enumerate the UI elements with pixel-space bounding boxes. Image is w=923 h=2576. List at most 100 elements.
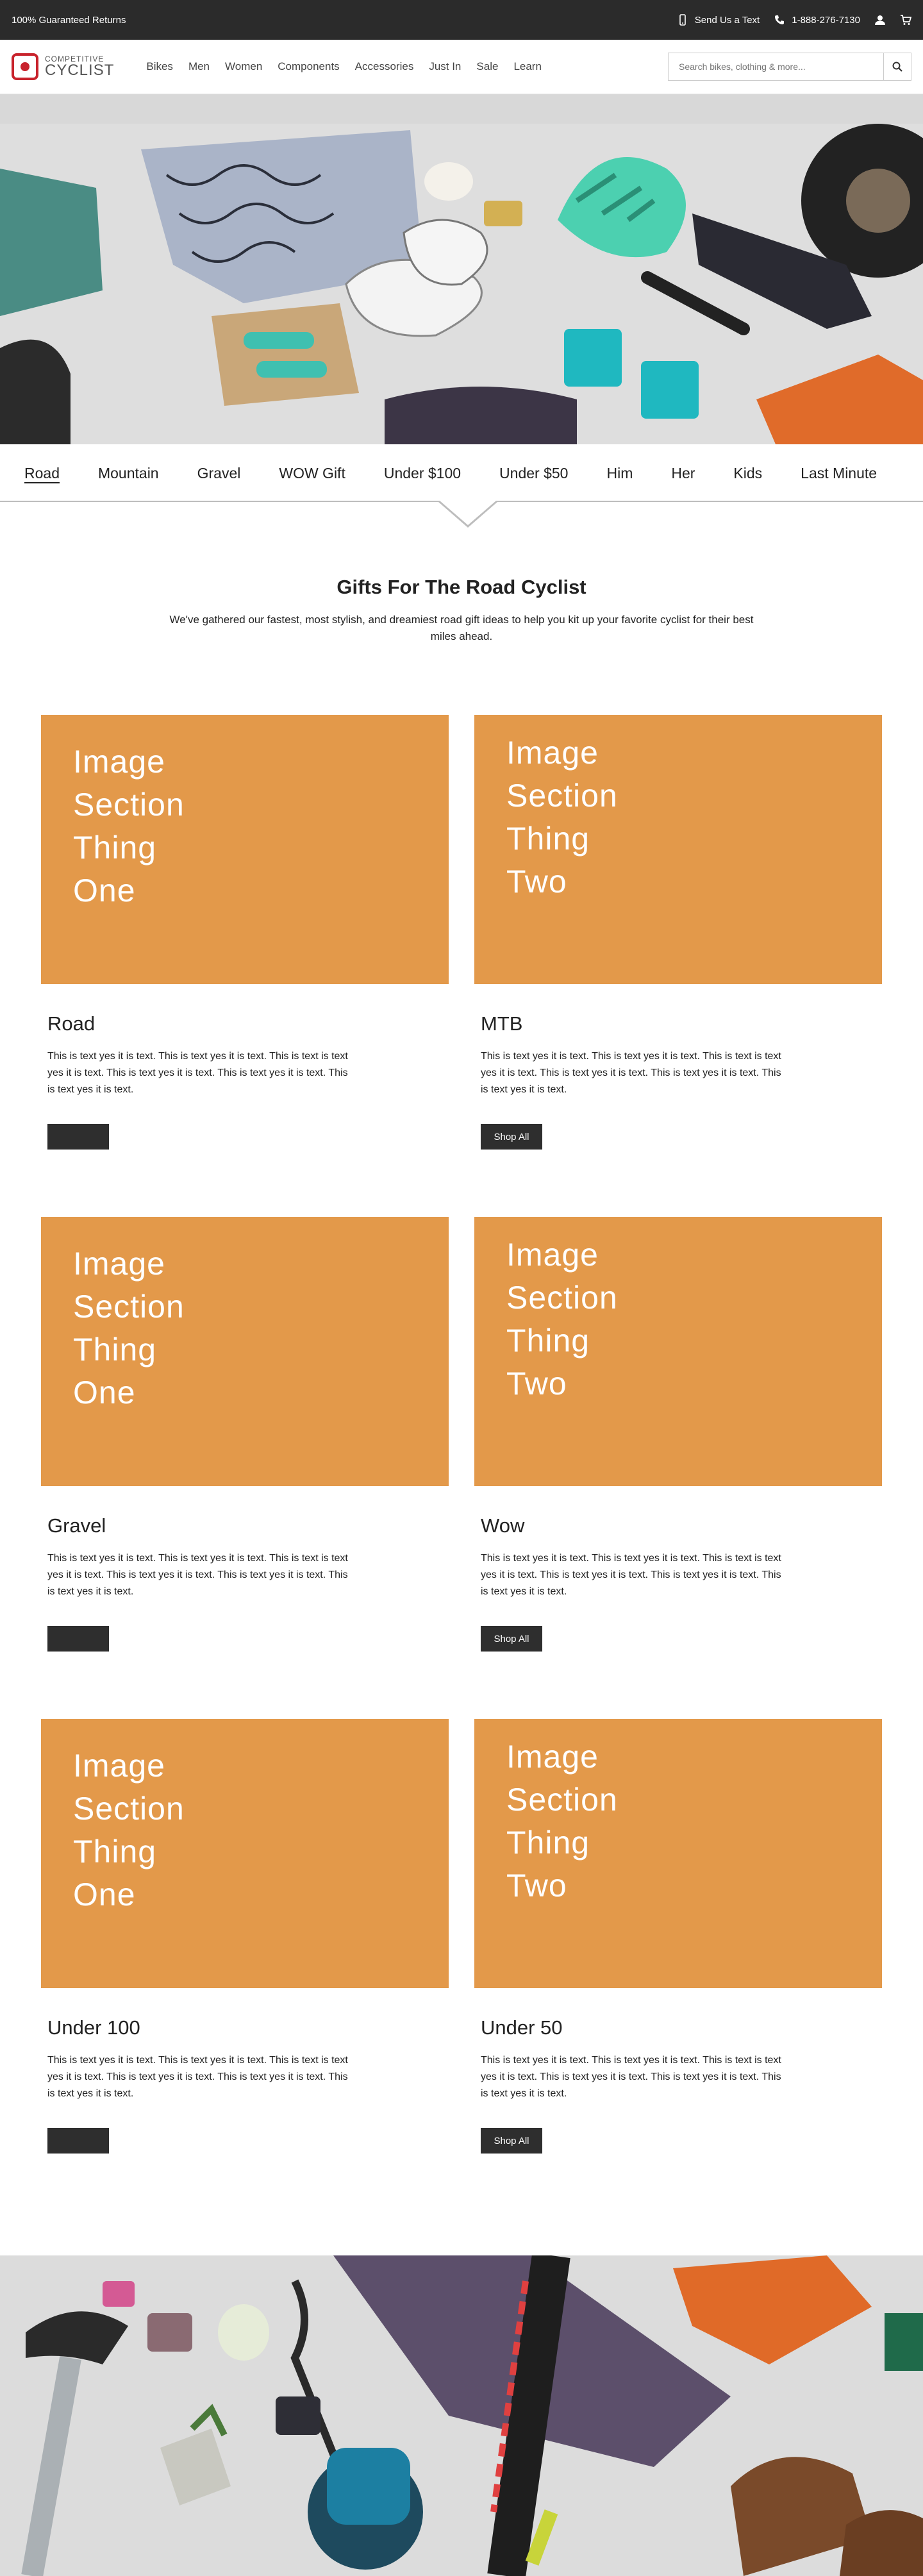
gift-card-wow: Image Section Thing Two Wow This is text… xyxy=(474,1217,882,1652)
image-text-line: Thing xyxy=(73,1332,157,1367)
nav-item-men[interactable]: Men xyxy=(188,60,210,73)
image-text-line: Section xyxy=(73,787,185,823)
logo[interactable]: COMPETITIVE CYCLIST xyxy=(12,53,114,80)
card-title: Road xyxy=(47,1012,96,1035)
image-text-line: One xyxy=(73,1877,136,1912)
promo-strip xyxy=(0,94,923,124)
nav-item-just-in[interactable]: Just In xyxy=(429,60,461,73)
image-text-line: Image xyxy=(506,1739,599,1775)
image-text-line: Thing xyxy=(506,1323,590,1359)
shop-all-button[interactable] xyxy=(47,1124,109,1150)
card-image-placeholder[interactable]: Image Section Thing One xyxy=(41,1217,449,1486)
page-title: Gifts For The Road Cyclist xyxy=(337,576,586,598)
mobile-icon xyxy=(679,14,686,26)
image-text-line: Section xyxy=(73,1289,185,1325)
intro-text: We've gathered our fastest, most stylish… xyxy=(169,614,754,642)
card-text: This is text yes it is text. This is tex… xyxy=(481,2055,781,2099)
card-text: This is text yes it is text. This is tex… xyxy=(47,1553,348,1597)
tab-under-50[interactable]: Under $50 xyxy=(499,465,568,482)
send-text-link[interactable]: Send Us a Text xyxy=(677,14,760,26)
card-title: Under 50 xyxy=(481,2016,563,2039)
shop-all-button[interactable]: Shop All xyxy=(481,1626,542,1652)
nav-item-learn[interactable]: Learn xyxy=(513,60,541,73)
card-title: MTB xyxy=(481,1012,523,1035)
logo-badge-icon xyxy=(12,53,38,80)
tab-her[interactable]: Her xyxy=(671,465,695,482)
gift-card-road: Image Section Thing One Road This is tex… xyxy=(41,715,449,1150)
shop-all-button[interactable]: Shop All xyxy=(481,2128,542,2154)
image-text-line: Section xyxy=(73,1791,185,1827)
image-text-line: Image xyxy=(73,1246,165,1282)
send-text-label: Send Us a Text xyxy=(694,14,760,26)
card-image-placeholder[interactable]: Image Section Thing Two xyxy=(474,715,882,984)
card-image-placeholder[interactable]: Image Section Thing Two xyxy=(474,1719,882,1988)
card-image-placeholder[interactable]: Image Section Thing Two xyxy=(474,1217,882,1486)
tab-wow-gift[interactable]: WOW Gift xyxy=(279,465,345,482)
image-text-line: One xyxy=(73,1375,136,1410)
tab-gravel[interactable]: Gravel xyxy=(197,465,241,482)
nav-item-accessories[interactable]: Accessories xyxy=(355,60,414,73)
category-tabs: Road Mountain Gravel WOW Gift Under $100… xyxy=(0,444,923,528)
image-text-line: Two xyxy=(506,1868,567,1903)
tab-kids[interactable]: Kids xyxy=(733,465,762,482)
logo-bottom-text: CYCLIST xyxy=(45,62,115,79)
shop-all-button[interactable] xyxy=(47,1626,109,1652)
footer-illustration xyxy=(0,2255,923,2576)
image-text-line: Image xyxy=(506,1237,599,1273)
tab-him[interactable]: Him xyxy=(606,465,633,482)
nav-item-women[interactable]: Women xyxy=(225,60,262,73)
image-text-line: Thing xyxy=(73,830,157,866)
tab-under-100[interactable]: Under $100 xyxy=(384,465,461,482)
nav-item-components[interactable]: Components xyxy=(278,60,339,73)
cart-icon[interactable] xyxy=(900,14,911,26)
image-text-line: Two xyxy=(506,864,567,899)
gift-card-under-50: Image Section Thing Two Under 50 This is… xyxy=(474,1719,882,2154)
image-text-line: Image xyxy=(73,1748,165,1784)
image-text-line: Image xyxy=(73,744,165,780)
phone-icon xyxy=(775,15,785,24)
hero-image xyxy=(0,124,923,444)
utility-bar: 100% Guaranteed Returns Send Us a Text 1… xyxy=(0,0,923,40)
image-text-line: Section xyxy=(506,1280,618,1316)
tab-road[interactable]: Road xyxy=(24,465,60,482)
user-icon[interactable] xyxy=(874,14,886,26)
tabs-pointer-arrow-icon xyxy=(438,501,497,528)
card-title: Under 100 xyxy=(47,2016,140,2039)
card-image-placeholder[interactable]: Image Section Thing One xyxy=(41,715,449,984)
tab-mountain[interactable]: Mountain xyxy=(98,465,159,482)
card-text: This is text yes it is text. This is tex… xyxy=(47,2055,348,2099)
footer-hero-image xyxy=(0,2255,923,2576)
nav-item-sale[interactable]: Sale xyxy=(476,60,498,73)
tab-last-minute[interactable]: Last Minute xyxy=(801,465,877,482)
search-bar xyxy=(668,53,911,81)
phone-number: 1-888-276-7130 xyxy=(792,14,860,26)
phone-link[interactable]: 1-888-276-7130 xyxy=(774,14,860,26)
gift-card-mtb: Image Section Thing Two MTB This is text… xyxy=(474,715,882,1150)
image-text-line: Thing xyxy=(73,1834,157,1869)
search-button[interactable] xyxy=(883,53,911,81)
image-text-line: Two xyxy=(506,1366,567,1401)
hero-illustration xyxy=(0,124,923,444)
main-nav: Bikes Men Women Components Accessories J… xyxy=(146,60,542,73)
image-text-line: Thing xyxy=(506,821,590,857)
guaranteed-returns-link[interactable]: 100% Guaranteed Returns xyxy=(12,15,126,26)
gift-card-gravel: Image Section Thing One Gravel This is t… xyxy=(41,1217,449,1652)
gift-card-under-100: Image Section Thing One Under 100 This i… xyxy=(41,1719,449,2154)
main-header: COMPETITIVE CYCLIST Bikes Men Women Comp… xyxy=(0,40,923,94)
image-text-line: Section xyxy=(506,778,618,814)
card-text: This is text yes it is text. This is tex… xyxy=(481,1051,781,1095)
search-icon xyxy=(892,62,902,72)
card-text: This is text yes it is text. This is tex… xyxy=(47,1051,348,1095)
shop-all-button[interactable]: Shop All xyxy=(481,1124,542,1150)
card-title: Gravel xyxy=(47,1514,106,1537)
card-image-placeholder[interactable]: Image Section Thing One xyxy=(41,1719,449,1988)
image-text-line: One xyxy=(73,873,136,908)
card-text: This is text yes it is text. This is tex… xyxy=(481,1553,781,1597)
card-title: Wow xyxy=(481,1514,525,1537)
nav-item-bikes[interactable]: Bikes xyxy=(146,60,173,73)
image-text-line: Image xyxy=(506,735,599,771)
image-text-line: Thing xyxy=(506,1825,590,1861)
image-text-line: Section xyxy=(506,1782,618,1818)
shop-all-button[interactable] xyxy=(47,2128,109,2154)
search-input[interactable] xyxy=(668,53,883,81)
